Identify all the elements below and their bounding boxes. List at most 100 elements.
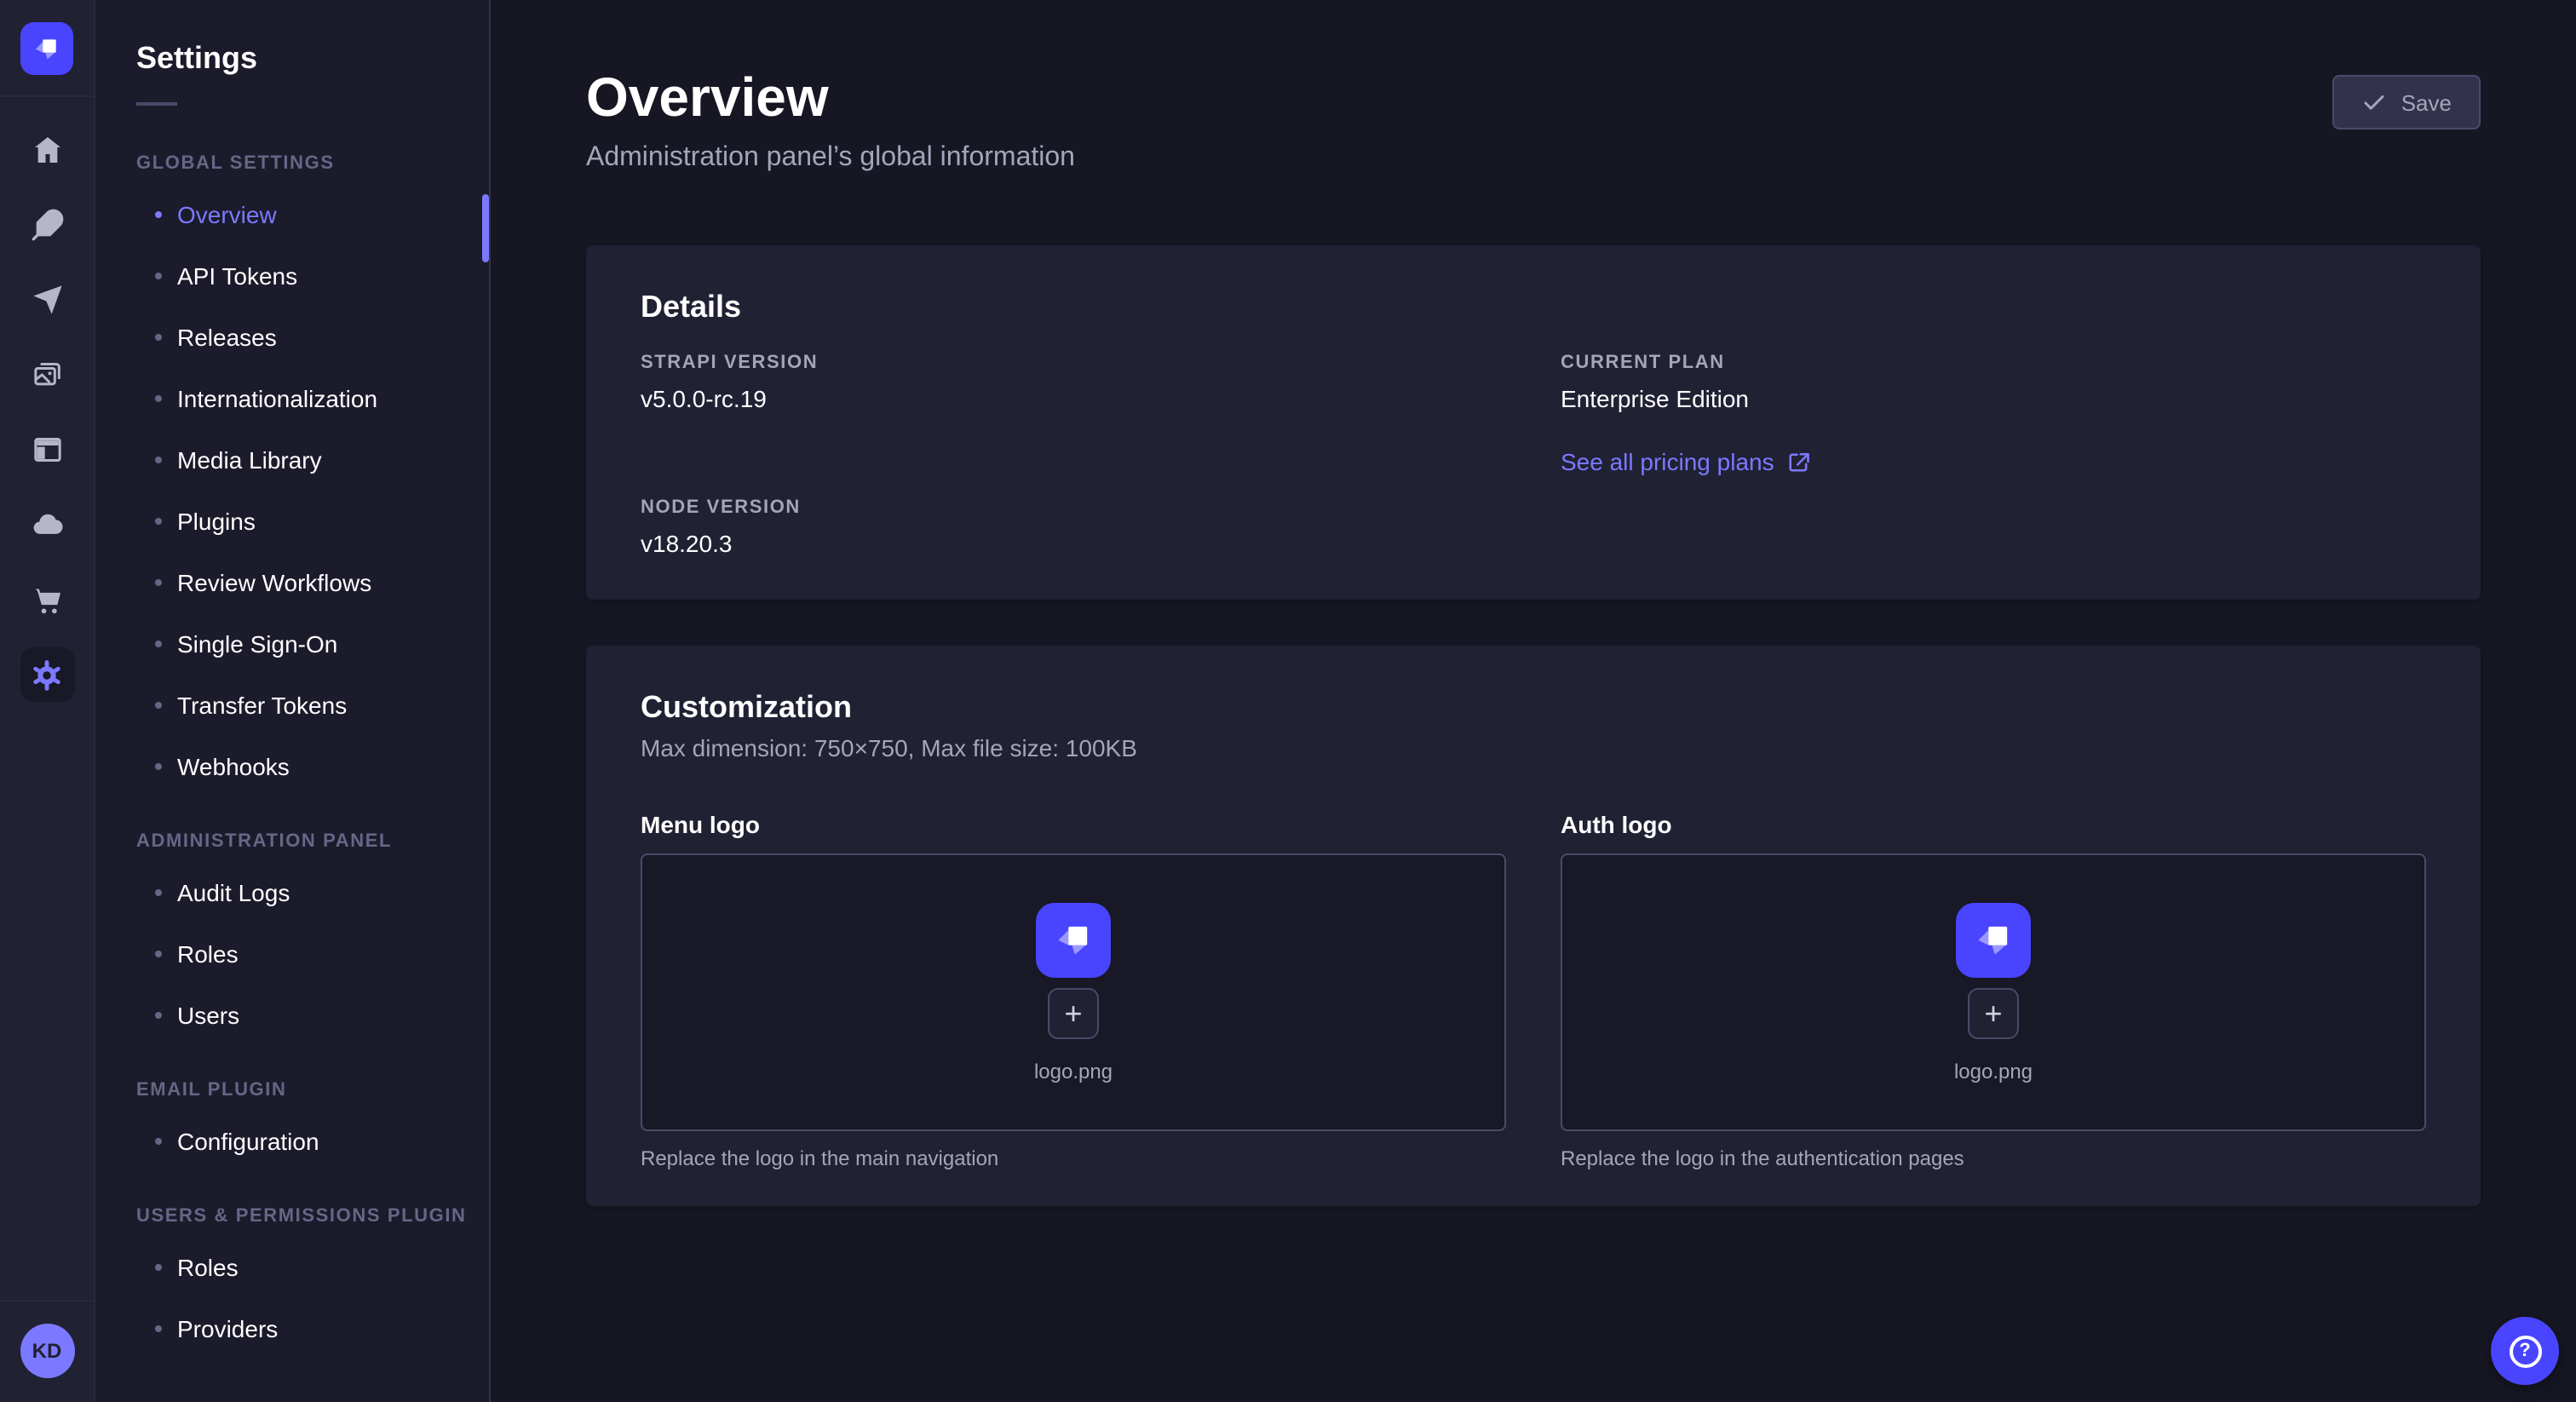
layout-icon[interactable]: [20, 422, 74, 477]
details-grid: STRAPI VERSION v5.0.0-rc.19 NODE VERSION…: [641, 351, 2426, 559]
page-header: Overview Administration panel’s global i…: [586, 65, 2481, 177]
section-label-administration-panel: ADMINISTRATION PANEL: [95, 831, 489, 852]
rail-bottom: KD: [0, 1300, 94, 1402]
subnav-item-review-workflows[interactable]: Review Workflows: [95, 552, 489, 613]
subnav-item-admin-roles[interactable]: Roles: [95, 923, 489, 985]
node-version-value: v18.20.3: [641, 528, 1506, 559]
logo-uploads-row: Menu logo + logo.png Replace the logo: [641, 809, 2426, 1172]
strapi-logo[interactable]: [20, 22, 73, 75]
check-icon: [2362, 89, 2388, 115]
page-header-text: Overview Administration panel’s global i…: [586, 65, 1075, 177]
bullet-icon: [155, 1264, 162, 1271]
current-plan-field: CURRENT PLAN Enterprise Edition: [1561, 351, 2426, 414]
strapi-version-label: STRAPI VERSION: [641, 351, 1506, 375]
strapi-logo-icon: [1050, 916, 1096, 962]
bullet-icon: [155, 211, 162, 218]
bullet-icon: [155, 889, 162, 896]
section-email-plugin: Configuration: [95, 1111, 489, 1172]
subnav-item-releases[interactable]: Releases: [95, 307, 489, 368]
bullet-icon: [155, 334, 162, 341]
main-nav-rail: KD: [0, 0, 95, 1402]
subnav-item-internationalization[interactable]: Internationalization: [95, 368, 489, 429]
subnav-item-email-configuration[interactable]: Configuration: [95, 1111, 489, 1172]
subnav-item-overview[interactable]: Overview: [95, 184, 489, 245]
strapi-version-value: v5.0.0-rc.19: [641, 383, 1506, 414]
shopping-cart-icon[interactable]: [20, 572, 74, 627]
current-plan-label: CURRENT PLAN: [1561, 351, 2426, 375]
help-button[interactable]: ?: [2491, 1317, 2559, 1385]
subnav-item-plugins[interactable]: Plugins: [95, 491, 489, 552]
subnav-item-transfer-tokens[interactable]: Transfer Tokens: [95, 675, 489, 736]
save-button[interactable]: Save: [2333, 75, 2481, 129]
home-icon[interactable]: [20, 123, 74, 177]
cloud-icon[interactable]: [20, 497, 74, 552]
subnav-item-audit-logs[interactable]: Audit Logs: [95, 862, 489, 923]
subnav-title: Settings: [95, 37, 489, 78]
details-right-column: CURRENT PLAN Enterprise Edition See all …: [1561, 351, 2426, 559]
subnav-item-admin-users[interactable]: Users: [95, 985, 489, 1046]
menu-logo-dropzone[interactable]: + logo.png: [641, 853, 1506, 1131]
user-avatar[interactable]: KD: [20, 1324, 74, 1378]
node-version-field: NODE VERSION v18.20.3: [641, 496, 1506, 559]
bullet-icon: [155, 702, 162, 709]
auth-logo-upload: Auth logo + logo.png Replace the logo: [1561, 809, 2426, 1172]
bullet-icon: [155, 1325, 162, 1332]
customization-title: Customization: [641, 687, 2426, 727]
subnav-scrollbar-thumb[interactable]: [482, 194, 489, 262]
auth-logo-preview: [1956, 902, 2031, 977]
bullet-icon: [155, 951, 162, 957]
bullet-icon: [155, 518, 162, 525]
menu-logo-upload: Menu logo + logo.png Replace the logo: [641, 809, 1506, 1172]
bullet-icon: [155, 395, 162, 402]
question-mark-icon: ?: [2509, 1335, 2541, 1367]
page-title: Overview: [586, 65, 1075, 129]
strapi-version-field: STRAPI VERSION v5.0.0-rc.19: [641, 351, 1506, 414]
menu-logo-caption: Replace the logo in the main navigation: [641, 1145, 1506, 1172]
subnav-item-up-roles[interactable]: Roles: [95, 1237, 489, 1298]
section-global-settings: Overview API Tokens Releases Internation…: [95, 184, 489, 797]
bullet-icon: [155, 763, 162, 770]
auth-logo-dropzone[interactable]: + logo.png: [1561, 853, 2426, 1131]
external-link-icon: [1788, 450, 1812, 474]
bullet-icon: [155, 273, 162, 279]
settings-gear-icon[interactable]: [20, 647, 74, 702]
bullet-icon: [155, 641, 162, 647]
customization-card: Customization Max dimension: 750×750, Ma…: [586, 646, 2481, 1206]
pricing-plans-link[interactable]: See all pricing plans: [1561, 448, 1812, 475]
details-card: Details STRAPI VERSION v5.0.0-rc.19 NODE…: [586, 245, 2481, 600]
subnav-item-media-library[interactable]: Media Library: [95, 429, 489, 491]
strapi-admin-app: KD Settings GLOBAL SETTINGS Overview API…: [0, 0, 2576, 1402]
section-users-permissions-plugin: Roles Providers: [95, 1237, 489, 1359]
auth-logo-label: Auth logo: [1561, 809, 2426, 840]
current-plan-value: Enterprise Edition: [1561, 383, 2426, 414]
rail-divider-bottom: [0, 1300, 94, 1301]
bullet-icon: [155, 1012, 162, 1019]
paper-plane-icon[interactable]: [20, 273, 74, 327]
subnav-item-webhooks[interactable]: Webhooks: [95, 736, 489, 797]
section-label-email-plugin: EMAIL PLUGIN: [95, 1080, 489, 1100]
bullet-icon: [155, 579, 162, 586]
subnav-item-up-providers[interactable]: Providers: [95, 1298, 489, 1359]
menu-logo-preview: [1036, 902, 1111, 977]
feather-icon[interactable]: [20, 198, 74, 252]
details-title: Details: [641, 286, 2426, 327]
page-subtitle: Administration panel’s global informatio…: [586, 140, 1075, 177]
strapi-logo-icon: [31, 32, 63, 65]
auth-logo-caption: Replace the logo in the authentication p…: [1561, 1145, 2426, 1172]
customization-subtitle: Max dimension: 750×750, Max file size: 1…: [641, 731, 2426, 765]
section-label-users-permissions-plugin: USERS & PERMISSIONS PLUGIN: [95, 1206, 489, 1227]
media-library-icon[interactable]: [20, 348, 74, 402]
bullet-icon: [155, 457, 162, 463]
subnav-item-single-sign-on[interactable]: Single Sign-On: [95, 613, 489, 675]
subnav-title-divider: [136, 102, 177, 106]
section-label-global-settings: GLOBAL SETTINGS: [95, 153, 489, 174]
add-menu-logo-button[interactable]: +: [1048, 987, 1099, 1038]
rail-icon-list: [20, 97, 74, 702]
subnav-item-api-tokens[interactable]: API Tokens: [95, 245, 489, 307]
menu-logo-filename: logo.png: [1034, 1059, 1113, 1083]
bullet-icon: [155, 1138, 162, 1145]
settings-subnav: Settings GLOBAL SETTINGS Overview API To…: [95, 0, 491, 1402]
main-content: Overview Administration panel’s global i…: [491, 0, 2576, 1402]
section-administration-panel: Audit Logs Roles Users: [95, 862, 489, 1046]
add-auth-logo-button[interactable]: +: [1968, 987, 2019, 1038]
